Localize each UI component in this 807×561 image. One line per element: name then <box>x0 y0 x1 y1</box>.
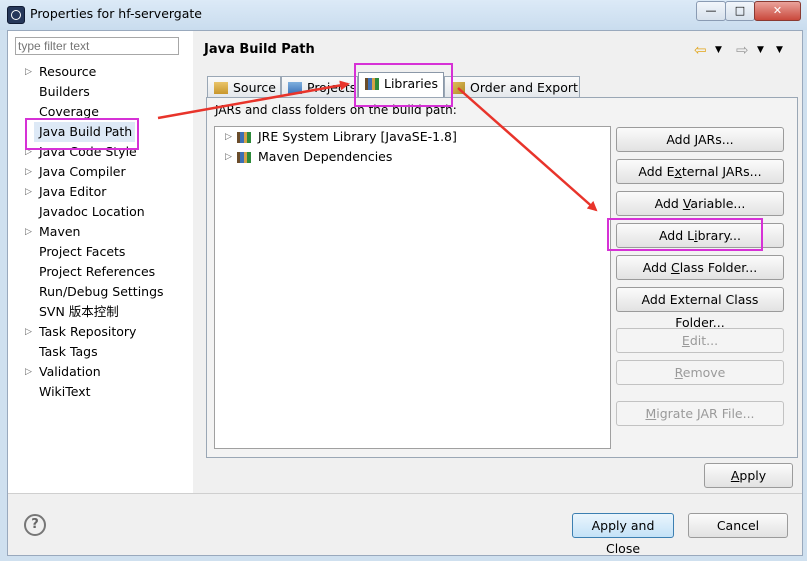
arrow-to-add-library <box>457 87 598 212</box>
annotation-arrows <box>157 80 598 212</box>
arrow-to-libraries <box>157 80 350 120</box>
